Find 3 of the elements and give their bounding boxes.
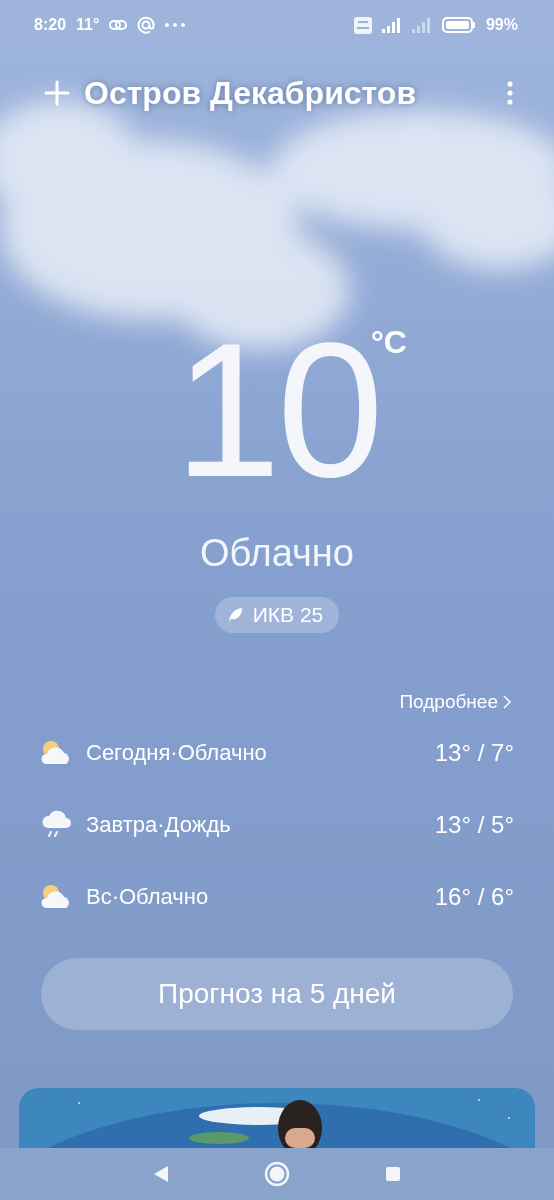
home-icon bbox=[264, 1161, 290, 1187]
back-icon bbox=[153, 1165, 169, 1183]
recent-apps-icon bbox=[385, 1166, 401, 1182]
